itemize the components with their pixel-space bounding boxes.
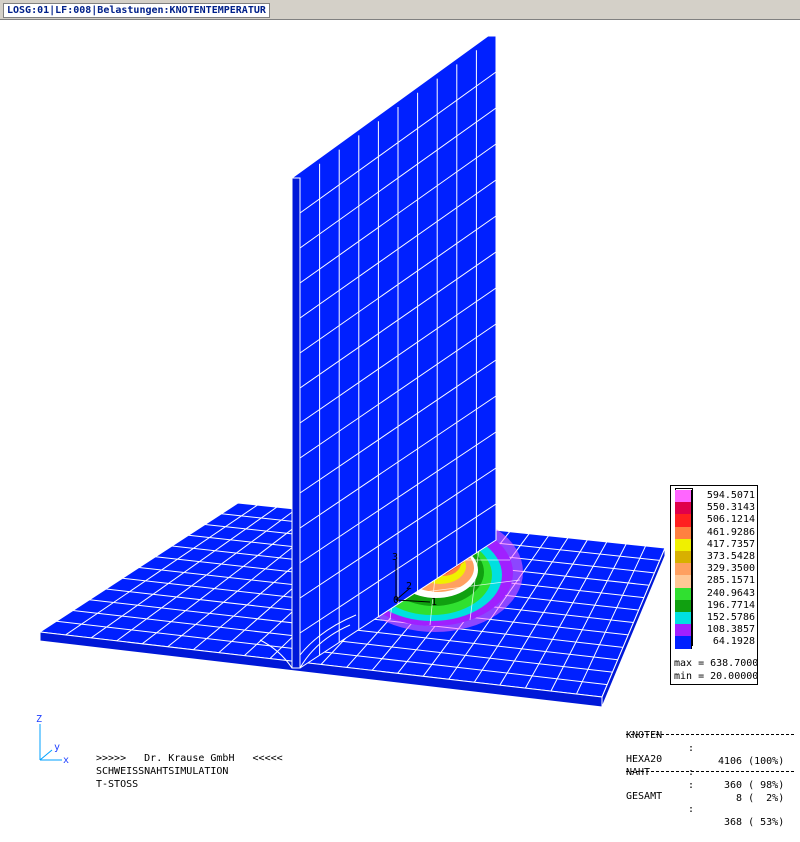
legend-row: 285.1571 <box>675 575 755 589</box>
svg-text:2: 2 <box>406 581 412 592</box>
separator <box>626 734 794 735</box>
legend-value: 594.5071 <box>706 490 755 501</box>
legend-row: 329.3500 <box>675 563 755 577</box>
legend-swatch <box>675 514 692 528</box>
legend-swatch <box>675 599 692 613</box>
legend-value: 240.9643 <box>706 587 755 599</box>
legend-row: 152.5786 <box>675 612 755 625</box>
legend-swatch <box>675 563 692 577</box>
global-axis-triad: Z y x <box>36 714 69 766</box>
legend-swatch <box>675 624 692 638</box>
company-name: >>>>> Dr. Krause GmbH <<<<< <box>96 753 283 764</box>
legend-row: 417.7357 <box>675 538 755 552</box>
simulation-title: SCHWEISSNAHTSIMULATION <box>96 766 229 777</box>
legend-value: 417.7357 <box>706 538 755 550</box>
legend-swatch <box>675 575 692 589</box>
legend-swatch <box>675 490 692 503</box>
legend-value: 196.7714 <box>706 599 755 611</box>
legend-swatch <box>675 587 692 601</box>
gesamt-value: 368 ( 53%) <box>718 817 785 828</box>
legend-swatch <box>675 636 692 650</box>
svg-text:Z: Z <box>36 714 42 725</box>
legend-row: 240.9643 <box>675 587 755 601</box>
legend-swatch <box>675 612 692 625</box>
colon: : <box>688 780 695 791</box>
svg-text:y: y <box>54 742 60 753</box>
colon: : <box>688 743 695 754</box>
temperature-legend: 594.5071 550.3143 506.1214 461.9286 417.7357… <box>670 485 758 685</box>
legend-value: 152.5786 <box>706 612 755 623</box>
legend-row: 550.3143 <box>675 502 755 516</box>
legend-row: 196.7714 <box>675 599 755 613</box>
legend-swatch <box>675 551 692 564</box>
legend-value: 108.3857 <box>706 624 755 636</box>
legend-row: 461.9286 <box>675 526 755 540</box>
colon: : <box>688 804 695 815</box>
legend-row: 64.1928 <box>675 636 755 650</box>
legend-value: 550.3143 <box>706 502 755 514</box>
title-bar: LOSG:01|LF:008|Belastungen:KNOTENTEMPERA… <box>0 0 800 20</box>
legend-value: 373.5428 <box>706 551 755 562</box>
legend-row: 594.5071 <box>675 490 755 503</box>
legend-value: 64.1928 <box>712 636 755 648</box>
separator <box>626 771 794 772</box>
legend-row: 373.5428 <box>675 551 755 564</box>
svg-text:x: x <box>63 755 69 766</box>
title-text: LOSG:01|LF:008|Belastungen:KNOTENTEMPERA… <box>3 3 270 18</box>
legend-value: 285.1571 <box>706 575 755 587</box>
knoten-value: 4106 (100%) <box>718 756 785 767</box>
legend-min: min = 20.00000 <box>674 671 759 682</box>
legend-value: 506.1214 <box>706 514 755 526</box>
legend-max: max = 638.7000 <box>674 658 759 669</box>
legend-value: 461.9286 <box>706 526 755 538</box>
svg-text:1: 1 <box>431 597 437 608</box>
company-footer: >>>>> Dr. Krause GmbH <<<<< SCHWEISSNAHT… <box>96 752 283 804</box>
colon: : <box>688 767 695 778</box>
joint-type: T-STOSS <box>96 779 139 790</box>
legend-swatch <box>675 538 692 552</box>
svg-text:3: 3 <box>392 552 398 563</box>
legend-swatch <box>675 526 692 540</box>
gesamt-label: GESAMT <box>626 791 663 802</box>
legend-row: 506.1214 <box>675 514 755 528</box>
svg-text:0: 0 <box>393 595 399 606</box>
legend-row: 108.3857 <box>675 624 755 638</box>
hexa-value: 360 ( 98%) <box>718 780 785 791</box>
naht-value: 8 ( 2%) <box>718 793 785 804</box>
legend-swatch <box>675 502 692 516</box>
legend-value: 329.3500 <box>706 563 755 575</box>
